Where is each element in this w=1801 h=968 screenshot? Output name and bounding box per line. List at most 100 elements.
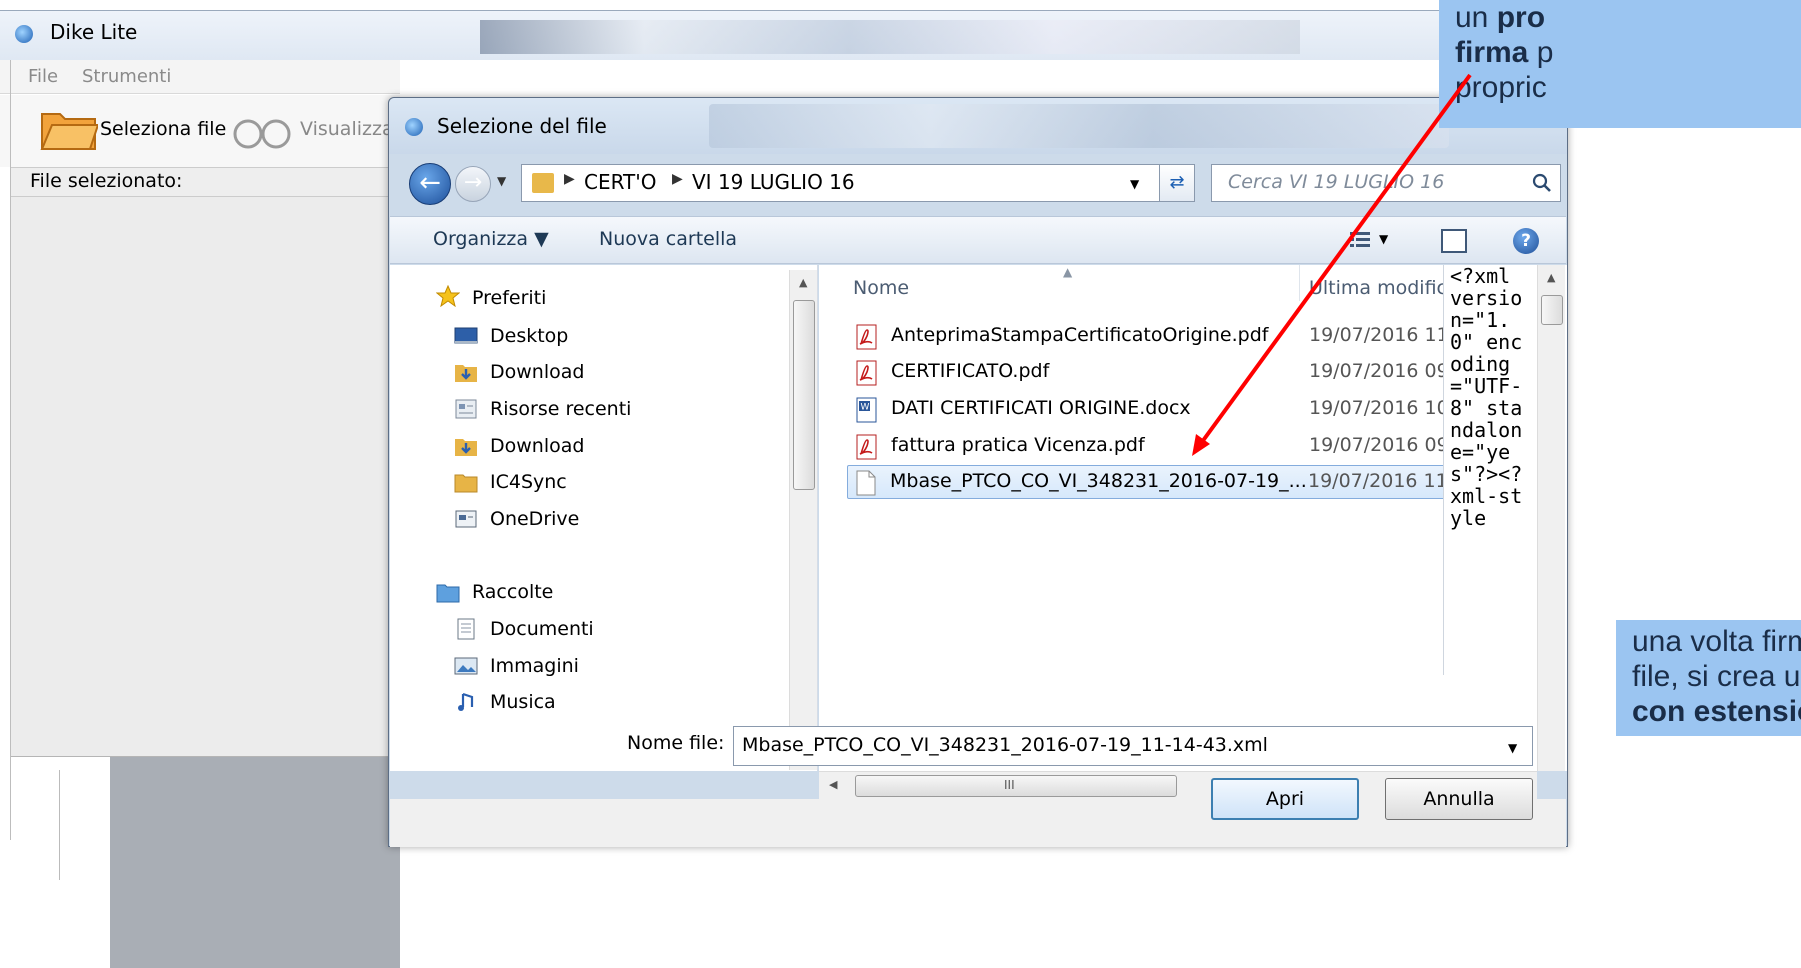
annotation-text-bold: firma [1455,36,1529,69]
pictures-icon [454,657,478,675]
file-name: DATI CERTIFICATI ORIGINE.docx [891,397,1191,419]
preview-text: <?xml version="1.0" encoding="UTF-8" sta… [1450,265,1523,530]
preview-pane-icon[interactable] [1441,229,1467,253]
file-list-vscrollbar[interactable]: ▲ [1537,265,1565,771]
file-selezionato-label: File selezionato: [30,170,183,192]
command-bar [390,216,1566,264]
history-dropdown-icon[interactable]: ▼ [497,174,506,188]
nav-documenti[interactable]: Documenti [490,618,594,640]
scroll-up-icon[interactable]: ▲ [799,276,807,289]
file-name: AnteprimaStampaCertificatoOrigine.pdf [891,324,1269,346]
nav-download-2[interactable]: Download [490,435,584,457]
nav-risorse-recenti[interactable]: Risorse recenti [490,398,631,420]
back-arrow-icon[interactable]: ← [409,163,451,205]
file-vscroll-thumb[interactable] [1541,295,1563,325]
nav-musica[interactable]: Musica [490,691,556,713]
menu-file[interactable]: File [28,66,58,87]
pdf-icon [856,434,877,460]
file-date: 19/07/2016 11: [1308,470,1455,492]
address-dropdown-icon[interactable]: ▼ [1130,177,1139,191]
file-hscroll-thumb[interactable]: III [855,775,1177,797]
svg-text:W: W [861,403,870,413]
dike-footer-panel [110,757,400,968]
nav-onedrive[interactable]: OneDrive [490,508,579,530]
documents-icon [457,618,475,640]
file-row[interactable]: fattura pratica Vicenza.pdf 19/07/2016 0… [849,430,1455,464]
file-date: 19/07/2016 09: [1309,434,1456,456]
search-icon[interactable] [1532,173,1552,193]
dialog-title: Selezione del file [437,114,607,138]
search-input[interactable]: Cerca VI 19 LUGLIO 16 [1211,164,1561,202]
breadcrumb-separator-icon[interactable]: ▶ [672,171,683,187]
filename-value: Mbase_PTCO_CO_VI_348231_2016-07-19_11-14… [742,734,1268,756]
nav-ic4sync[interactable]: IC4Sync [490,471,567,493]
annotation-callout-top: un pro firma p propric [1439,0,1801,128]
recent-places-icon [455,399,477,419]
glasses-icon[interactable] [232,110,294,154]
organizza-button[interactable]: Organizza ▼ [433,228,549,250]
annotation-callout-bottom: una volta firm file, si crea un con este… [1616,620,1801,736]
sort-arrow-icon: ▲ [1063,265,1073,279]
file-name: CERTIFICATO.pdf [891,360,1050,382]
dialog-logo-icon [405,118,423,136]
filename-dropdown-icon[interactable]: ▼ [1508,741,1517,755]
pdf-icon [856,324,877,350]
annotation-text-bold: pro [1496,1,1546,34]
column-header-name[interactable]: Nome [853,277,909,299]
annotation-text-bold: con estension [1632,695,1801,728]
refresh-icon[interactable]: ⇄ [1159,164,1195,202]
dike-logo-icon [15,25,33,43]
nav-scrollbar[interactable]: ▲ ▼ [789,270,817,770]
annotation-text: una volta firm [1632,625,1801,658]
folder-open-icon[interactable] [40,106,98,152]
nuova-cartella-button[interactable]: Nuova cartella [599,228,737,250]
nav-download[interactable]: Download [490,361,584,383]
nav-desktop[interactable]: Desktop [490,325,568,347]
file-row-selected[interactable]: Mbase_PTCO_CO_VI_348231_2016-07-19_... 1… [847,465,1454,499]
column-divider[interactable] [1299,265,1300,301]
cancel-button[interactable]: Annulla [1385,778,1533,820]
column-header-date[interactable]: Ultima modific [1309,277,1447,299]
search-placeholder: Cerca VI 19 LUGLIO 16 [1228,171,1445,193]
download-folder-icon [455,439,477,456]
libraries-icon [436,584,460,603]
address-bar[interactable]: ▶ CERT'O ▶ VI 19 LUGLIO 16 ▼ [521,164,1189,202]
open-button[interactable]: Apri [1211,778,1359,820]
scroll-left-icon[interactable]: ◀ [829,778,837,791]
nav-immagini[interactable]: Immagini [490,655,579,677]
document-thumbnail [0,770,60,880]
file-date: 19/07/2016 09: [1309,360,1456,382]
annotation-text: un [1455,1,1497,34]
annotation-text: file, si crea un [1632,660,1801,693]
file-name: Mbase_PTCO_CO_VI_348231_2016-07-19_... [890,470,1307,492]
onedrive-icon [455,510,477,528]
annotation-text: propric [1455,71,1547,104]
file-row[interactable]: CERTIFICATO.pdf 19/07/2016 09: [849,356,1455,390]
breadcrumb-vi-19-luglio-16[interactable]: VI 19 LUGLIO 16 [692,170,855,194]
file-row[interactable]: AnteprimaStampaCertificatoOrigine.pdf 19… [849,320,1455,354]
grip-icon: III [1004,778,1015,792]
window-edge [10,60,11,840]
view-options-icon[interactable] [1349,230,1371,250]
help-icon[interactable]: ? [1513,228,1539,254]
file-row[interactable]: W DATI CERTIFICATI ORIGINE.docx 19/07/20… [849,393,1455,427]
breadcrumb-separator-icon[interactable]: ▶ [564,171,575,187]
dike-window-title: Dike Lite [50,20,138,44]
file-dialog: Selezione del file ← → ▼ ▶ CERT'O ▶ VI 1… [388,97,1568,847]
seleziona-file-button[interactable]: Seleziona file [100,118,226,140]
breadcrumb-cert-o[interactable]: CERT'O [584,170,657,194]
forward-arrow-icon[interactable]: → [455,166,491,202]
file-date: 19/07/2016 10: [1309,397,1456,419]
menu-strumenti[interactable]: Strumenti [82,66,171,87]
nav-preferiti[interactable]: Preferiti [472,287,546,309]
folder-icon [454,474,478,493]
preview-pane: <?xml version="1.0" encoding="UTF-8" sta… [1443,265,1539,675]
view-dropdown-icon[interactable]: ▼ [1379,232,1388,246]
filename-input[interactable]: Mbase_PTCO_CO_VI_348231_2016-07-19_11-14… [733,726,1533,766]
nav-scroll-thumb[interactable] [793,300,815,490]
dialog-title-blur [709,104,1449,148]
background-blur [480,20,1300,54]
star-icon [436,285,460,307]
scroll-up-icon[interactable]: ▲ [1547,271,1555,284]
nav-raccolte[interactable]: Raccolte [472,581,553,603]
